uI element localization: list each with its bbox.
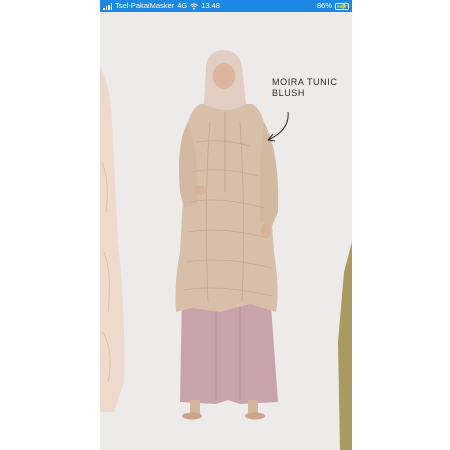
product-name-line2: BLUSH	[272, 88, 306, 98]
network-type: 4G	[177, 1, 188, 10]
product-label: MOIRA TUNIC BLUSH	[272, 77, 337, 99]
status-bar: Tsel-PakaiMasker 4G 13.48 86% ⚡	[100, 0, 352, 12]
clock-time: 13.48	[201, 1, 220, 10]
right-hand	[261, 223, 271, 237]
product-name-line1: MOIRA TUNIC	[272, 77, 338, 87]
battery-icon: ⚡	[335, 2, 349, 10]
carrier-name: Tsel-PakaiMasker	[115, 1, 175, 10]
left-shoe	[182, 412, 202, 420]
left-hand	[193, 185, 207, 195]
wifi-icon	[190, 3, 199, 10]
right-shoe	[245, 412, 265, 420]
face	[213, 63, 235, 89]
battery-percent: 86%	[316, 1, 332, 10]
signal-icon	[103, 2, 112, 10]
phone-screen: Tsel-PakaiMasker 4G 13.48 86% ⚡ MOIRA TU…	[100, 0, 352, 450]
